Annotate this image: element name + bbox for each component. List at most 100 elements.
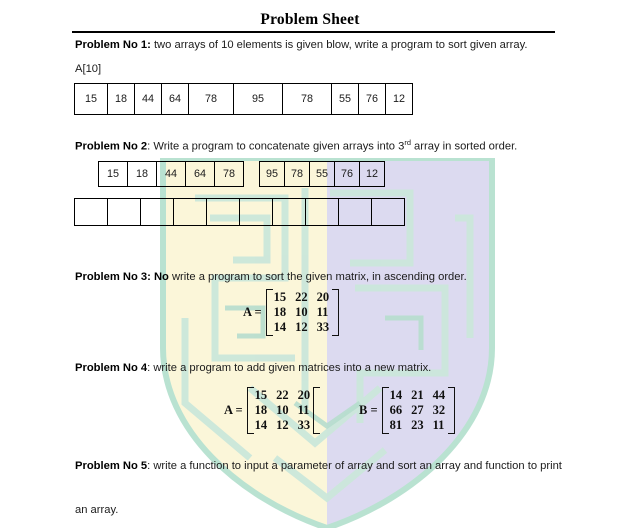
matrix-a-cells: 15 22 20 18 10 11 14 12 33 [273, 289, 333, 336]
matrix-cell: 32 [432, 403, 446, 417]
matrix-cell: 66 [389, 403, 403, 417]
problem-1-text: two arrays of 10 elements is given blow,… [150, 39, 528, 51]
array-cell: 15 [98, 161, 128, 187]
table-row: 15 18 44 64 78 [98, 161, 244, 187]
problem-5-statement: Problem No 5: write a function to input … [75, 459, 562, 473]
problem-3-statement: Problem No 3: No write a program to sort… [75, 270, 467, 284]
array-cell [305, 198, 339, 226]
problem-5-label: Problem No 5 [75, 460, 148, 472]
matrix-cell: 11 [297, 403, 310, 417]
matrix-cell: 15 [273, 290, 287, 304]
matrix-cell: 14 [273, 320, 287, 334]
matrix-cell: 33 [297, 418, 311, 432]
array-cell: 64 [185, 161, 215, 187]
array-cell [239, 198, 273, 226]
matrix-cell: 12 [276, 418, 289, 432]
array-cell [74, 198, 108, 226]
matrix-cell: 10 [295, 305, 308, 319]
matrix-cell: 14 [389, 388, 403, 402]
bracket-left-icon [246, 387, 254, 434]
matrix-cell: 18 [273, 305, 287, 319]
problem-4-statement: Problem No 4: write a program to add giv… [75, 361, 431, 375]
matrix-cell: 15 [254, 388, 268, 402]
matrix-b-label: B = [359, 403, 378, 417]
problem-3-label: Problem No 3: No [75, 271, 169, 283]
array-cell: 78 [282, 83, 332, 115]
array-cell: 64 [161, 83, 189, 115]
matrix-cell: 27 [411, 403, 424, 417]
matrix-cell: 12 [295, 320, 308, 334]
matrix-a-label: A = [243, 305, 262, 319]
problem-2-statement: Problem No 2: Write a program to concate… [75, 136, 517, 154]
array-cell: 55 [309, 161, 335, 187]
table-row: 15 18 44 64 78 95 78 55 76 12 [74, 83, 413, 115]
problem-3-matrix-a: A = 15 22 20 18 10 11 14 12 33 [243, 289, 340, 336]
array-cell: 78 [214, 161, 244, 187]
bracket-flipped-icon [313, 387, 321, 434]
array-cell: 12 [359, 161, 385, 187]
problem-2-label: Problem No 2 [75, 140, 148, 153]
problem-2-ordinal-suffix: rd [404, 138, 411, 147]
problem-3-text: write a program to sort the given matrix… [168, 271, 467, 283]
array-cell [140, 198, 174, 226]
problem-1-array: 15 18 44 64 78 95 78 55 76 12 [74, 83, 413, 115]
array-cell: 78 [284, 161, 310, 187]
matrix-cell: 22 [276, 388, 289, 402]
matrix-cell: 11 [432, 418, 445, 432]
array-cell: 76 [358, 83, 386, 115]
table-row [74, 198, 405, 226]
array-cell [371, 198, 405, 226]
problem-2-destination-array [74, 198, 405, 226]
matrix-cell: 14 [254, 418, 268, 432]
problem-1-variable: A[10] [75, 63, 102, 75]
matrix-cell: 23 [411, 418, 424, 432]
array-cell: 15 [74, 83, 108, 115]
problem-2-source-array-1: 15 18 44 64 78 [98, 161, 244, 187]
matrix-cell: 33 [316, 320, 330, 334]
bracket-right-icon [332, 289, 340, 336]
matrix-b-cells: 14 21 44 66 27 32 81 23 11 [389, 387, 449, 434]
array-cell: 76 [334, 161, 360, 187]
bracket-left-icon [265, 289, 273, 336]
matrix-cell: 11 [316, 305, 329, 319]
array-cell: 18 [127, 161, 157, 187]
problem-4-matrix-a: A = 15 22 20 18 10 11 14 12 33 [224, 387, 321, 434]
matrix-a-cells: 15 22 20 18 10 11 14 12 33 [254, 387, 314, 434]
page-title: Problem Sheet [260, 11, 360, 28]
matrix-cell: 81 [389, 418, 403, 432]
problem-5-text: : write a function to input a parameter … [147, 460, 562, 472]
array-cell: 18 [107, 83, 135, 115]
problem-2-text-before: : Write a program to concatenate given a… [147, 140, 405, 153]
problem-1-statement: Problem No 1: two arrays of 10 elements … [75, 38, 527, 52]
problem-4-label: Problem No 4 [75, 362, 148, 374]
array-cell: 78 [188, 83, 234, 115]
title-divider [72, 31, 555, 33]
problem-2-source-array-2: 95 78 55 76 12 [259, 161, 385, 187]
array-cell [107, 198, 141, 226]
matrix-cell: 44 [432, 388, 446, 402]
array-cell: 95 [233, 83, 283, 115]
array-cell: 44 [156, 161, 186, 187]
array-cell [206, 198, 240, 226]
matrix-cell: 20 [297, 388, 311, 402]
array-cell [173, 198, 207, 226]
array-cell [272, 198, 306, 226]
matrix-cell: 21 [411, 388, 424, 402]
array-cell: 44 [134, 83, 162, 115]
problem-5-statement-line2: an array. [75, 504, 119, 516]
matrix-cell: 22 [295, 290, 308, 304]
array-cell: 55 [331, 83, 359, 115]
problem-2-text-after: array in sorted order. [410, 140, 518, 153]
array-cell: 95 [259, 161, 285, 187]
array-cell [338, 198, 372, 226]
matrix-cell: 10 [276, 403, 289, 417]
matrix-cell: 20 [316, 290, 330, 304]
problem-1-label: Problem No 1: [75, 39, 151, 51]
bracket-left-icon [381, 387, 389, 434]
problem-4-matrix-b: B = 14 21 44 66 27 32 81 23 11 [359, 387, 456, 434]
document-page: Problem Sheet Problem No 1: two arrays o… [0, 0, 620, 530]
matrix-a-label: A = [224, 403, 243, 417]
matrix-cell: 18 [254, 403, 268, 417]
table-row: 95 78 55 76 12 [259, 161, 385, 187]
array-cell: 12 [385, 83, 413, 115]
